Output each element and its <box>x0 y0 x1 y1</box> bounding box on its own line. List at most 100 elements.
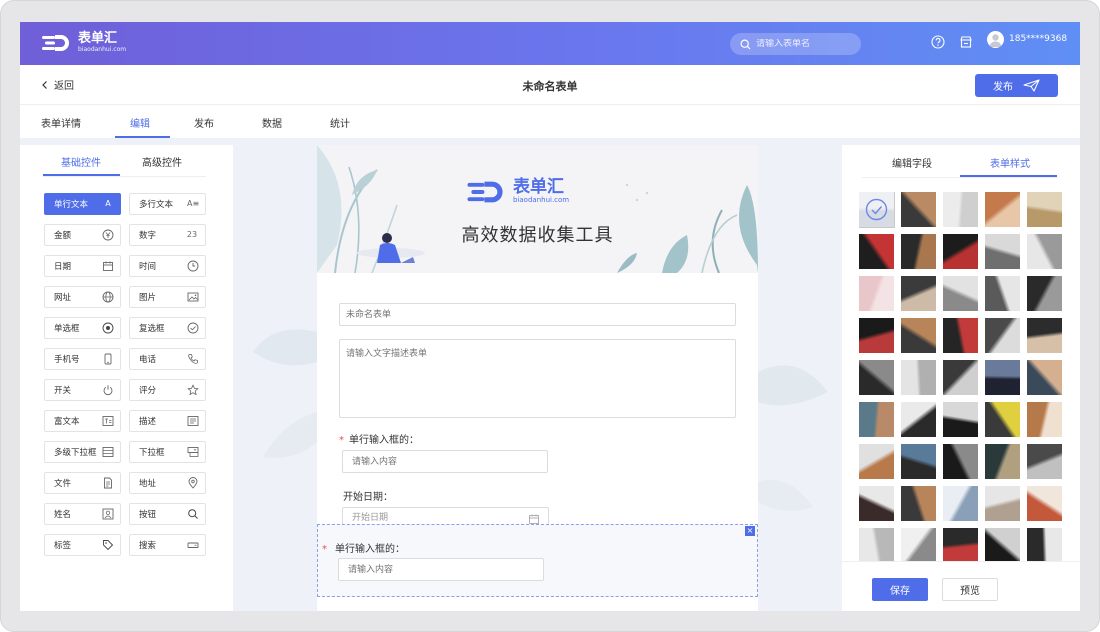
control-single-text[interactable]: 单行文本 A <box>44 193 121 215</box>
theme-thumbnail[interactable] <box>943 444 978 479</box>
theme-thumbnail[interactable] <box>901 444 936 479</box>
control-search[interactable]: 搜索 <box>129 534 206 556</box>
publish-button[interactable]: 发布 <box>975 74 1058 97</box>
theme-thumbnail[interactable] <box>859 276 894 311</box>
theme-thumbnail[interactable] <box>901 192 936 227</box>
control-label: 复选框 <box>139 324 165 334</box>
theme-thumbnail[interactable] <box>901 318 936 353</box>
search-input[interactable] <box>756 39 851 49</box>
control-label: 多行文本 <box>139 200 174 210</box>
search-box[interactable] <box>730 33 861 55</box>
theme-thumbnail[interactable] <box>943 528 978 561</box>
form-title-input[interactable] <box>339 303 736 326</box>
control-file[interactable]: 文件 <box>44 472 121 494</box>
control-mobile[interactable]: 手机号 <box>44 348 121 370</box>
theme-thumbnail[interactable] <box>859 444 894 479</box>
tab-edit-fields[interactable]: 编辑字段 <box>892 155 932 170</box>
control-button[interactable]: 按钮 <box>129 503 206 525</box>
theme-thumbnail[interactable] <box>901 486 936 521</box>
user-phone[interactable]: 185****9368 <box>1009 34 1067 44</box>
theme-thumbnail[interactable] <box>985 318 1020 353</box>
tab-form-details[interactable]: 表单详情 <box>41 115 81 130</box>
tab-form-style[interactable]: 表单样式 <box>990 155 1030 170</box>
theme-thumbnail[interactable] <box>985 192 1020 227</box>
control-number[interactable]: 数字 23 <box>129 224 206 246</box>
theme-thumbnail[interactable] <box>1027 402 1062 437</box>
theme-thumbnail[interactable] <box>901 234 936 269</box>
theme-thumbnail[interactable] <box>901 360 936 395</box>
control-cascade-select[interactable]: 多级下拉框 <box>44 441 121 463</box>
control-url[interactable]: 网址 <box>44 286 121 308</box>
tab-data[interactable]: 数据 <box>262 115 282 130</box>
theme-thumbnail[interactable] <box>943 192 978 227</box>
question-1-input[interactable] <box>342 450 548 473</box>
tab-edit[interactable]: 编辑 <box>130 115 150 130</box>
control-name[interactable]: 姓名 <box>44 503 121 525</box>
preview-button[interactable]: 预览 <box>942 578 998 601</box>
control-rich-text[interactable]: 富文本 <box>44 410 121 432</box>
back-button[interactable]: 返回 <box>40 77 74 92</box>
control-telephone[interactable]: 电话 <box>129 348 206 370</box>
tab-statistics[interactable]: 统计 <box>330 115 350 130</box>
theme-thumbnail[interactable] <box>943 234 978 269</box>
theme-thumbnail[interactable] <box>985 486 1020 521</box>
theme-thumbnail[interactable] <box>901 528 936 561</box>
help-icon[interactable] <box>931 35 945 49</box>
theme-thumbnail[interactable] <box>859 402 894 437</box>
control-switch[interactable]: 开关 <box>44 379 121 401</box>
theme-thumbnail[interactable] <box>859 528 894 561</box>
control-description[interactable]: 描述 <box>129 410 206 432</box>
question-3-input[interactable] <box>338 558 544 581</box>
theme-thumbnail[interactable] <box>985 528 1020 561</box>
control-date[interactable]: 日期 <box>44 255 121 277</box>
control-checkbox[interactable]: 复选框 <box>129 317 206 339</box>
theme-thumbnail[interactable] <box>1027 234 1062 269</box>
close-icon[interactable]: × <box>745 526 755 536</box>
selected-field-block[interactable]: × * 单行输入框的： <box>317 524 758 597</box>
theme-thumbnail[interactable] <box>1027 276 1062 311</box>
control-address[interactable]: 地址 <box>129 472 206 494</box>
theme-thumbnail[interactable] <box>859 360 894 395</box>
theme-thumbnail[interactable] <box>985 402 1020 437</box>
control-tag[interactable]: 标签 <box>44 534 121 556</box>
theme-thumbnail[interactable] <box>859 234 894 269</box>
control-dropdown[interactable]: 下拉框 <box>129 441 206 463</box>
theme-thumbnail[interactable] <box>1027 192 1062 227</box>
control-amount[interactable]: 金额 <box>44 224 121 246</box>
theme-thumbnail-selected[interactable] <box>859 192 895 228</box>
control-image[interactable]: 图片 <box>129 286 206 308</box>
theme-thumbnail[interactable] <box>859 486 894 521</box>
theme-thumbnail[interactable] <box>901 276 936 311</box>
banner-slogan: 高效数据收集工具 <box>461 225 614 246</box>
theme-thumbnail[interactable] <box>985 234 1020 269</box>
theme-thumbnail[interactable] <box>985 444 1020 479</box>
theme-thumbnail[interactable] <box>943 360 978 395</box>
theme-thumbnail[interactable] <box>943 276 978 311</box>
control-multi-text[interactable]: 多行文本 A≡ <box>129 193 206 215</box>
theme-thumbnail[interactable] <box>943 318 978 353</box>
store-icon[interactable] <box>959 35 973 49</box>
theme-thumbnail[interactable] <box>1027 318 1062 353</box>
tab-advanced-controls[interactable]: 高级控件 <box>142 154 182 169</box>
tab-publish[interactable]: 发布 <box>194 115 214 130</box>
theme-thumbnail[interactable] <box>985 360 1020 395</box>
save-button[interactable]: 保存 <box>872 578 928 601</box>
theme-thumbnail[interactable] <box>943 486 978 521</box>
theme-thumbnail[interactable] <box>1027 360 1062 395</box>
theme-thumbnail[interactable] <box>943 402 978 437</box>
avatar[interactable] <box>987 31 1004 48</box>
theme-thumbnail[interactable] <box>1027 486 1062 521</box>
theme-thumbnail[interactable] <box>859 318 894 353</box>
logo-domain: biaodanhui.com <box>78 46 127 53</box>
theme-thumbnail[interactable] <box>985 276 1020 311</box>
control-time[interactable]: 时间 <box>129 255 206 277</box>
control-radio[interactable]: 单选框 <box>44 317 121 339</box>
logo[interactable]: 表单汇 biaodanhui.com <box>42 32 126 54</box>
control-label: 图片 <box>139 293 157 303</box>
form-description-input[interactable] <box>339 339 736 418</box>
theme-thumbnail[interactable] <box>1027 528 1062 561</box>
control-rating[interactable]: 评分 <box>129 379 206 401</box>
tab-basic-controls[interactable]: 基础控件 <box>61 154 101 169</box>
theme-thumbnail[interactable] <box>901 402 936 437</box>
theme-thumbnail[interactable] <box>1027 444 1062 479</box>
